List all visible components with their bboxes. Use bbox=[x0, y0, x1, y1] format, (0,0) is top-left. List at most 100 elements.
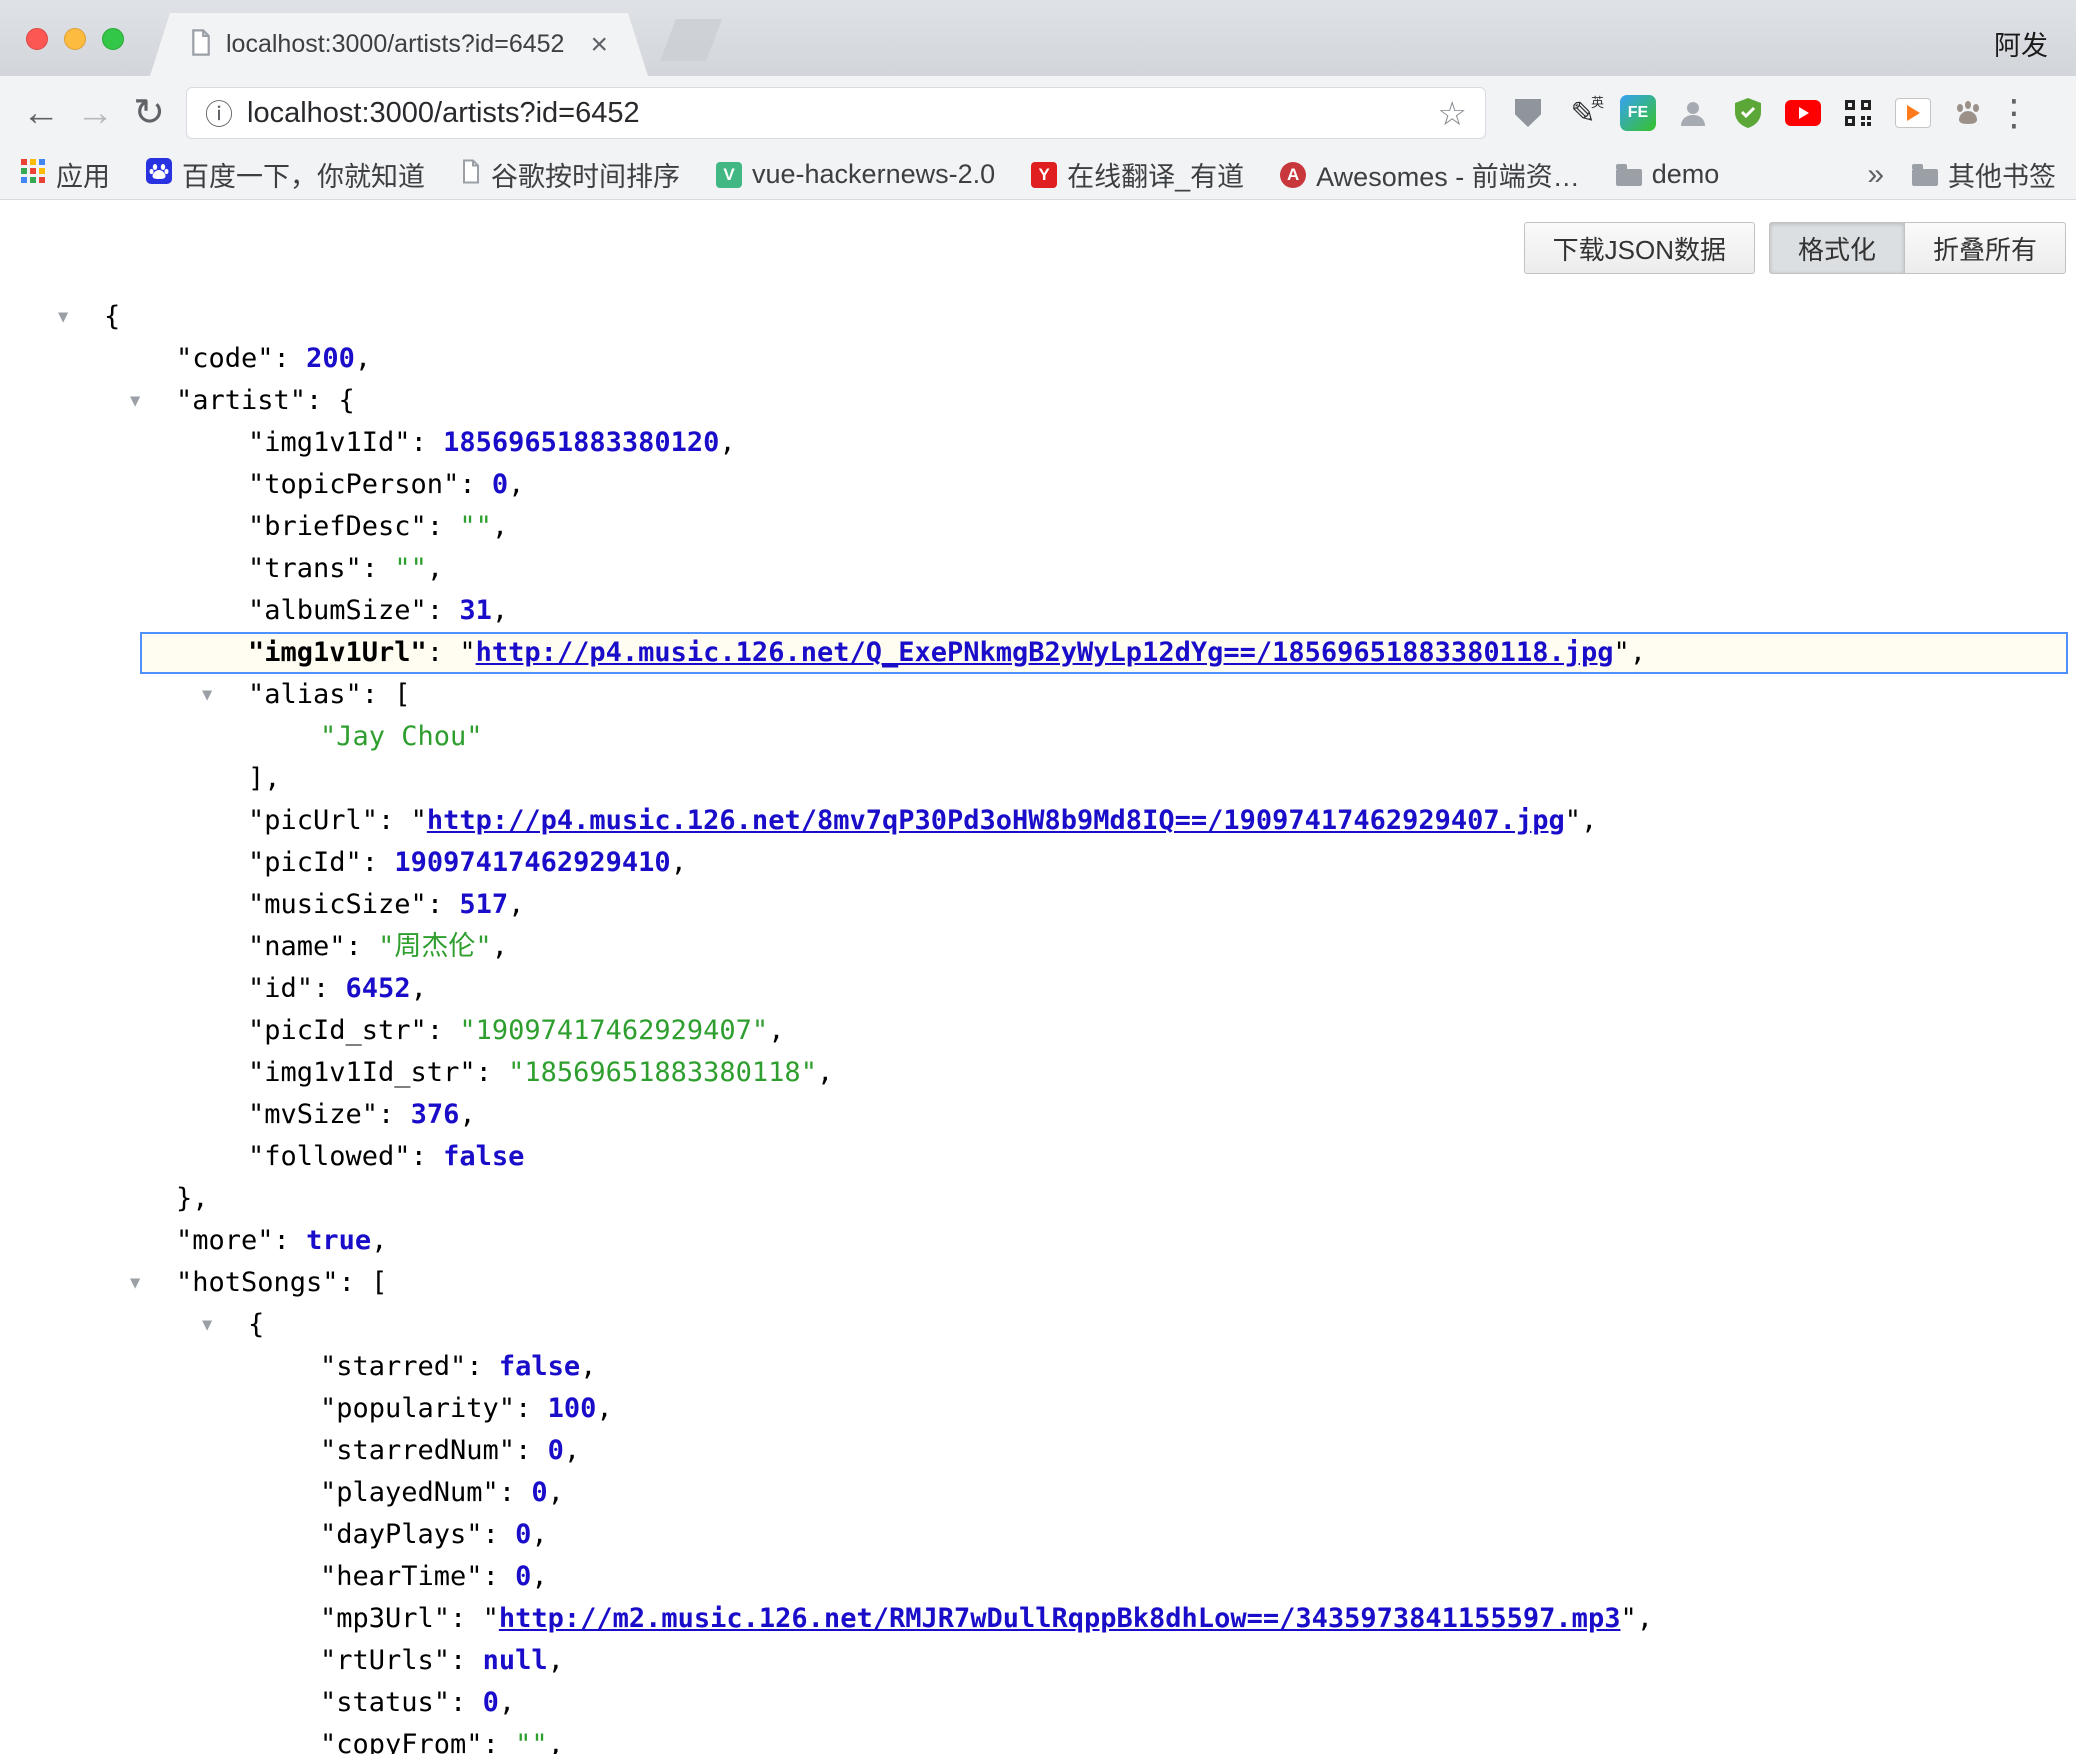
json-token: 18569651883380120 bbox=[443, 427, 719, 458]
json-token: "hotSongs" bbox=[176, 1267, 339, 1298]
close-window-button[interactable] bbox=[26, 28, 48, 50]
collapse-toggle-icon[interactable]: ▼ bbox=[130, 1262, 140, 1304]
paw-icon[interactable] bbox=[1948, 93, 1988, 133]
json-line: "more": true, bbox=[0, 1220, 2076, 1262]
json-line: "mvSize": 376, bbox=[0, 1094, 2076, 1136]
collapse-toggle-icon[interactable]: ▼ bbox=[202, 674, 212, 716]
json-token: "img1v1Url" bbox=[248, 637, 427, 668]
player-icon[interactable] bbox=[1893, 93, 1933, 133]
new-tab-button[interactable] bbox=[660, 19, 722, 61]
json-token: , bbox=[817, 1057, 833, 1088]
collapse-toggle-icon[interactable]: ▼ bbox=[58, 296, 68, 338]
json-token: "19097417462929407" bbox=[459, 1015, 768, 1046]
json-token: : bbox=[515, 1393, 548, 1424]
bookmark-demo-folder[interactable]: demo bbox=[1616, 159, 1720, 190]
json-url-link[interactable]: http://m2.music.126.net/RMJR7wDullRqppBk… bbox=[499, 1603, 1621, 1634]
json-token: "img1v1Id" bbox=[248, 427, 411, 458]
json-token: "topicPerson" bbox=[248, 469, 459, 500]
json-token: "Jay Chou" bbox=[320, 721, 483, 752]
site-info-icon[interactable]: ⓘ bbox=[205, 93, 233, 133]
json-token: "name" bbox=[248, 931, 346, 962]
page-content: 下载JSON数据 格式化 折叠所有 ▼{"code": 200,▼"artist… bbox=[0, 200, 2076, 1754]
json-line: "status": 0, bbox=[0, 1682, 2076, 1724]
shield-icon[interactable] bbox=[1728, 93, 1768, 133]
bookmark-google-sort[interactable]: 谷歌按时间排序 bbox=[461, 155, 680, 194]
minimize-window-button[interactable] bbox=[64, 28, 86, 50]
bookmark-youdao[interactable]: Y 在线翻译_有道 bbox=[1031, 155, 1244, 194]
json-url-link[interactable]: http://p4.music.126.net/Q_ExePNkmgB2yWyL… bbox=[476, 637, 1614, 668]
json-line: "rtUrls": null, bbox=[0, 1640, 2076, 1682]
json-token: "artist" bbox=[176, 385, 306, 416]
json-token: , bbox=[768, 1015, 784, 1046]
collapse-toggle-icon[interactable]: ▼ bbox=[202, 1304, 212, 1346]
json-token: : bbox=[362, 553, 395, 584]
profile-name[interactable]: 阿发 bbox=[1994, 24, 2048, 63]
bookmark-star-icon[interactable]: ☆ bbox=[1437, 94, 1467, 133]
back-button[interactable]: ← bbox=[14, 94, 68, 132]
traffic-lights bbox=[26, 28, 124, 50]
json-token: : bbox=[411, 427, 444, 458]
json-token: 31 bbox=[459, 595, 492, 626]
bookmark-awesomes[interactable]: A Awesomes - 前端资… bbox=[1280, 155, 1580, 194]
json-token: , bbox=[508, 469, 524, 500]
json-token: 517 bbox=[459, 889, 508, 920]
browser-menu-icon[interactable]: ⋮ bbox=[1996, 92, 2032, 134]
json-token: false bbox=[443, 1141, 524, 1172]
json-token: : bbox=[427, 511, 460, 542]
json-token: : bbox=[346, 931, 379, 962]
folder-icon bbox=[1912, 169, 1938, 186]
bookmarks-overflow-icon[interactable]: » bbox=[1867, 158, 1884, 192]
json-token: , bbox=[411, 973, 427, 1004]
youtube-icon[interactable] bbox=[1783, 93, 1823, 133]
bookmark-label: 应用 bbox=[56, 155, 110, 194]
json-token: , bbox=[548, 1729, 564, 1754]
json-line: "picId_str": "19097417462929407", bbox=[0, 1010, 2076, 1052]
fehelper-icon[interactable]: FE bbox=[1618, 93, 1658, 133]
forward-button[interactable]: → bbox=[68, 94, 122, 132]
v-banner-icon[interactable] bbox=[1508, 93, 1548, 133]
json-token: : bbox=[483, 1561, 516, 1592]
json-token: , bbox=[499, 1687, 515, 1718]
json-line: "followed": false bbox=[0, 1136, 2076, 1178]
json-token: : bbox=[274, 1225, 307, 1256]
collapse-all-button[interactable]: 折叠所有 bbox=[1904, 222, 2066, 274]
extension-icons: ✎英 FE bbox=[1508, 93, 1988, 133]
json-token: : bbox=[450, 1603, 483, 1634]
json-token: 0 bbox=[531, 1477, 547, 1508]
reload-button[interactable]: ↻ bbox=[122, 94, 176, 132]
tab-close-icon[interactable]: × bbox=[590, 30, 608, 60]
browser-toolbar: ← → ↻ ⓘ localhost:3000/artists?id=6452 ☆… bbox=[0, 76, 2076, 150]
zoom-window-button[interactable] bbox=[102, 28, 124, 50]
bookmark-vue-hackernews[interactable]: V vue-hackernews-2.0 bbox=[716, 159, 995, 190]
json-line: "img1v1Id": 18569651883380120, bbox=[0, 422, 2076, 464]
json-line: "name": "周杰伦", bbox=[0, 926, 2076, 968]
bookmark-baidu[interactable]: 百度一下，你就知道 bbox=[146, 155, 425, 194]
address-bar[interactable]: ⓘ localhost:3000/artists?id=6452 ☆ bbox=[186, 87, 1486, 139]
json-token: 200 bbox=[306, 343, 355, 374]
json-line: "hearTime": 0, bbox=[0, 1556, 2076, 1598]
url-text[interactable]: localhost:3000/artists?id=6452 bbox=[247, 97, 1423, 130]
json-token: "hearTime" bbox=[320, 1561, 483, 1592]
bookmark-apps[interactable]: 应用 bbox=[20, 155, 110, 194]
translate-pen-icon[interactable]: ✎英 bbox=[1563, 93, 1603, 133]
json-token: "briefDesc" bbox=[248, 511, 427, 542]
other-bookmarks-folder[interactable]: 其他书签 bbox=[1912, 155, 2056, 194]
browser-tab[interactable]: localhost:3000/artists?id=6452 × bbox=[150, 13, 648, 76]
json-line: }, bbox=[0, 1178, 2076, 1220]
download-json-button[interactable]: 下载JSON数据 bbox=[1524, 222, 1755, 274]
qrcode-icon[interactable] bbox=[1838, 93, 1878, 133]
json-line-highlighted: "img1v1Url": "http://p4.music.126.net/Q_… bbox=[140, 632, 2068, 674]
json-url-link[interactable]: http://p4.music.126.net/8mv7qP30Pd3oHW8b… bbox=[427, 805, 1565, 836]
bookmark-label: 百度一下，你就知道 bbox=[182, 155, 425, 194]
json-token: true bbox=[306, 1225, 371, 1256]
json-viewer-controls: 下载JSON数据 格式化 折叠所有 bbox=[1524, 222, 2066, 274]
json-token: , bbox=[492, 595, 508, 626]
json-token: : bbox=[450, 1687, 483, 1718]
json-token: "picId_str" bbox=[248, 1015, 427, 1046]
collapse-toggle-icon[interactable]: ▼ bbox=[130, 380, 140, 422]
json-token: , bbox=[671, 847, 687, 878]
json-token: , bbox=[531, 1561, 547, 1592]
person-icon[interactable] bbox=[1673, 93, 1713, 133]
format-button[interactable]: 格式化 bbox=[1769, 222, 1905, 274]
json-token: , bbox=[548, 1645, 564, 1676]
